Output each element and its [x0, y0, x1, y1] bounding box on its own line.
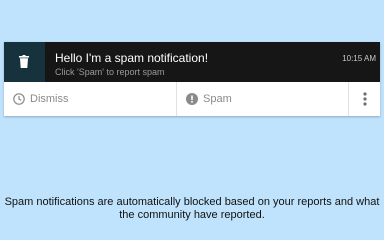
- more-vertical-icon: [363, 92, 367, 106]
- dismiss-label: Dismiss: [30, 93, 69, 105]
- spam-label: Spam: [203, 93, 232, 105]
- notification-icon-box: [4, 42, 45, 82]
- notification[interactable]: Hello I'm a spam notification! Click 'Sp…: [4, 42, 380, 82]
- notification-card: Hello I'm a spam notification! Click 'Sp…: [4, 42, 380, 116]
- dismiss-button[interactable]: Dismiss: [4, 82, 176, 116]
- alert-icon: [186, 93, 198, 105]
- more-options-button[interactable]: [348, 82, 381, 116]
- notification-subtitle: Click 'Spam' to report spam: [55, 67, 165, 77]
- notification-title: Hello I'm a spam notification!: [55, 51, 209, 65]
- clock-icon: [13, 93, 25, 105]
- trash-icon: [19, 55, 29, 68]
- spam-button[interactable]: Spam: [176, 82, 349, 116]
- info-text: Spam notifications are automatically blo…: [4, 196, 380, 221]
- notification-actions: Dismiss Spam: [4, 82, 380, 116]
- notification-time: 10:15 AM: [342, 54, 376, 63]
